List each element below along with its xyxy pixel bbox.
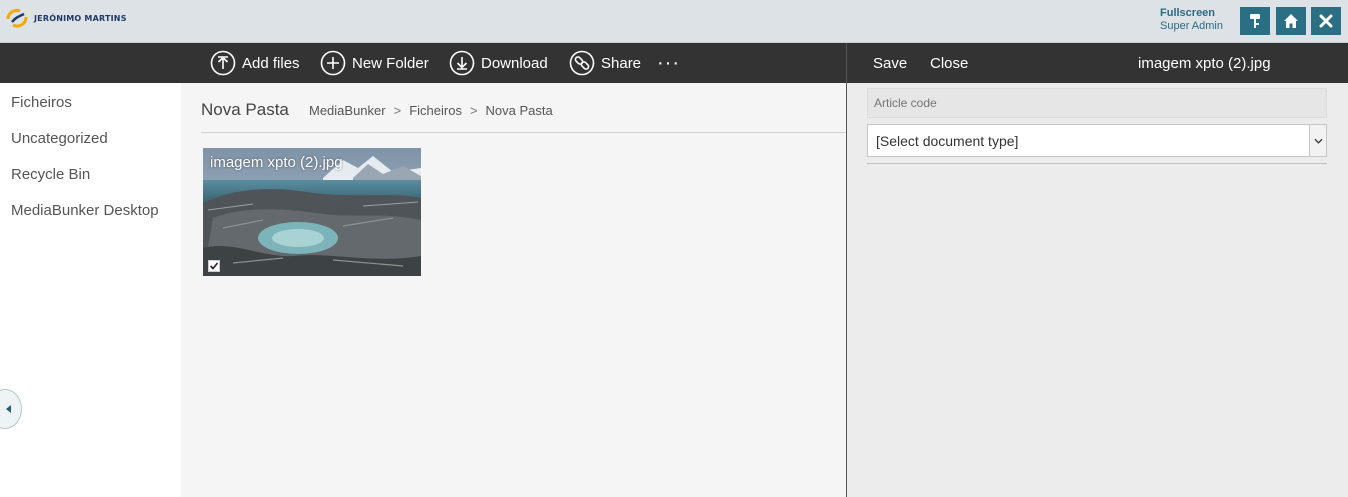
main-content: Nova Pasta MediaBunker > Ficheiros > Nov…: [181, 83, 846, 497]
add-files-button[interactable]: Add files: [210, 43, 300, 83]
fullscreen-link[interactable]: Fullscreen: [1160, 7, 1223, 20]
key-icon: [1250, 14, 1260, 28]
sidebar-item-ficheiros[interactable]: Ficheiros: [11, 94, 72, 111]
key-button[interactable]: [1240, 7, 1270, 35]
link-icon: [569, 50, 595, 76]
top-header: JERÓNIMO MARTINS Fullscreen Super Admin: [0, 0, 1348, 43]
divider: [867, 163, 1327, 164]
plus-icon: [320, 50, 346, 76]
close-icon: [1319, 14, 1333, 28]
page-title: Nova Pasta: [201, 100, 289, 119]
download-icon: [449, 50, 475, 76]
document-type-value: [Select document type]: [876, 132, 1019, 149]
document-type-select[interactable]: [Select document type]: [867, 124, 1327, 157]
share-label: Share: [601, 54, 642, 72]
file-thumbnail[interactable]: imagem xpto (2).jpg: [203, 148, 421, 276]
user-info: Fullscreen Super Admin: [1160, 7, 1223, 33]
file-select-checkbox[interactable]: [208, 260, 220, 272]
sidebar-item-recycle-bin[interactable]: Recycle Bin: [11, 166, 90, 183]
download-label: Download: [481, 54, 548, 72]
checkmark-icon: [209, 262, 219, 270]
new-folder-button[interactable]: New Folder: [320, 43, 429, 83]
sidebar-item-uncategorized[interactable]: Uncategorized: [11, 130, 108, 147]
logo-text: JERÓNIMO MARTINS: [34, 13, 127, 23]
article-code-input[interactable]: [867, 88, 1327, 118]
collapse-sidebar-button[interactable]: [0, 389, 22, 429]
file-toolbar: Add files New Folder Download Share ···: [0, 43, 846, 83]
details-toolbar: Save Close imagem xpto (2).jpg: [846, 43, 1348, 83]
upload-icon: [210, 50, 236, 76]
home-button[interactable]: [1276, 7, 1306, 35]
close-button[interactable]: [1311, 7, 1341, 35]
download-button[interactable]: Download: [449, 43, 548, 83]
dropdown-arrow[interactable]: [1309, 125, 1326, 156]
breadcrumb-separator: >: [469, 103, 478, 118]
file-name: imagem xpto (2).jpg: [210, 154, 343, 171]
breadcrumb: MediaBunker > Ficheiros > Nova Pasta: [309, 103, 553, 118]
chevron-left-icon: [6, 405, 11, 413]
add-files-label: Add files: [242, 54, 300, 72]
breadcrumb-item[interactable]: MediaBunker: [309, 103, 386, 118]
sidebar: Ficheiros Uncategorized Recycle Bin Medi…: [0, 83, 181, 497]
divider: [201, 132, 846, 133]
more-options-button[interactable]: ···: [657, 43, 680, 83]
close-details-button[interactable]: Close: [930, 43, 968, 83]
new-folder-label: New Folder: [352, 54, 429, 72]
home-icon: [1284, 14, 1298, 28]
share-button[interactable]: Share: [569, 43, 641, 83]
save-button[interactable]: Save: [873, 43, 907, 83]
breadcrumb-item[interactable]: Nova Pasta: [486, 103, 553, 118]
user-role: Super Admin: [1160, 20, 1223, 32]
breadcrumb-separator: >: [393, 103, 402, 118]
breadcrumb-item[interactable]: Ficheiros: [409, 103, 462, 118]
chevron-down-icon: [1313, 138, 1323, 144]
file-title: imagem xpto (2).jpg: [1138, 54, 1271, 72]
sidebar-item-mediabunker-desktop[interactable]: MediaBunker Desktop: [11, 202, 159, 219]
details-panel: [Select document type]: [846, 83, 1348, 497]
logo-icon: [6, 9, 28, 28]
company-logo: JERÓNIMO MARTINS: [4, 5, 127, 31]
